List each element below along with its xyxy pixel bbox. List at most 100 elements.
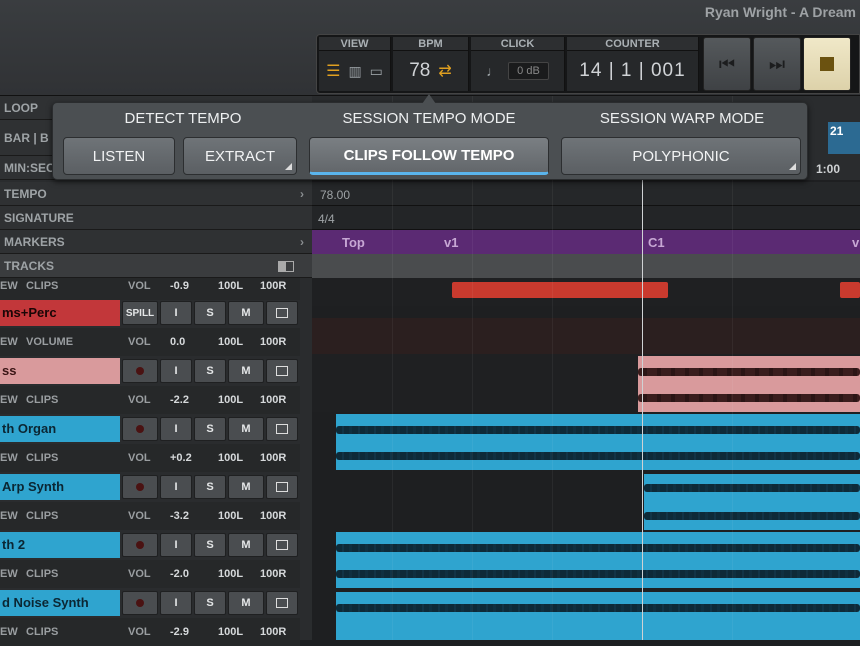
pan-right-value[interactable]: 100R bbox=[260, 336, 286, 348]
counter-value[interactable]: 14 | 1 | 001 bbox=[579, 60, 685, 82]
pan-left-value[interactable]: 100L bbox=[218, 336, 243, 348]
track-name[interactable]: ms+Perc bbox=[0, 300, 120, 326]
record-arm-button[interactable] bbox=[122, 475, 158, 499]
volume-value[interactable]: -2.2 bbox=[170, 394, 189, 406]
mute-button[interactable]: M bbox=[228, 533, 264, 557]
record-arm-button[interactable] bbox=[122, 417, 158, 441]
pan-right-value[interactable]: 100R bbox=[260, 394, 286, 406]
stop-button[interactable] bbox=[803, 37, 851, 91]
record-arm-button[interactable] bbox=[122, 533, 158, 557]
chevron-right-icon[interactable]: › bbox=[300, 230, 304, 254]
volume-value[interactable]: -2.9 bbox=[170, 626, 189, 638]
mute-button[interactable]: M bbox=[228, 591, 264, 615]
volume-value[interactable]: +0.2 bbox=[170, 452, 192, 464]
pan-left-value[interactable]: 100L bbox=[218, 280, 243, 292]
pan-right-value[interactable]: 100R bbox=[260, 452, 286, 464]
marker-v[interactable]: v bbox=[852, 235, 859, 250]
signature-lane[interactable] bbox=[312, 206, 860, 230]
mute-button[interactable]: M bbox=[228, 475, 264, 499]
clip-bass[interactable] bbox=[638, 356, 860, 412]
pan-left-value[interactable]: 100L bbox=[218, 394, 243, 406]
pan-right-value[interactable]: 100R bbox=[260, 510, 286, 522]
clip-noise[interactable] bbox=[336, 592, 860, 640]
pan-left-value[interactable]: 100L bbox=[218, 510, 243, 522]
input-button[interactable]: I bbox=[160, 533, 192, 557]
solo-button[interactable]: S bbox=[194, 591, 226, 615]
edit-button[interactable] bbox=[266, 591, 298, 615]
bpm-section[interactable]: BPM 78 ⇄ bbox=[393, 37, 469, 91]
pan-left-value[interactable]: 100L bbox=[218, 452, 243, 464]
polyphonic-button[interactable]: POLYPHONIC bbox=[561, 137, 801, 175]
bpm-value[interactable]: 78 bbox=[409, 60, 430, 82]
solo-button[interactable]: S bbox=[194, 533, 226, 557]
solo-button[interactable]: S bbox=[194, 301, 226, 325]
monitor-view-icon[interactable]: ▭ bbox=[370, 63, 383, 80]
forward-button[interactable]: ⏭ bbox=[753, 37, 801, 91]
playhead[interactable] bbox=[642, 180, 643, 640]
lane-drums[interactable] bbox=[312, 318, 860, 354]
input-button[interactable]: I bbox=[160, 301, 192, 325]
volume-value[interactable]: -3.2 bbox=[170, 510, 189, 522]
marker-c1[interactable]: C1 bbox=[648, 235, 665, 250]
track-sub-row: EW CLIPS VOL -2.0 100L 100R bbox=[0, 560, 300, 588]
pan-left-value[interactable]: 100L bbox=[218, 568, 243, 580]
volume-value[interactable]: -0.9 bbox=[170, 280, 189, 292]
ruler-signature[interactable]: SIGNATURE bbox=[0, 206, 312, 230]
edit-button[interactable] bbox=[266, 475, 298, 499]
click-volume[interactable]: 0 dB bbox=[508, 62, 549, 80]
bpm-label: BPM bbox=[393, 37, 468, 51]
edit-button[interactable] bbox=[266, 533, 298, 557]
clip-synth2[interactable] bbox=[336, 532, 860, 588]
track-view-icon[interactable] bbox=[278, 261, 294, 272]
volume-value[interactable]: 0.0 bbox=[170, 336, 185, 348]
mute-button[interactable]: M bbox=[228, 359, 264, 383]
list-view-icon[interactable]: ☰ bbox=[326, 61, 340, 81]
pan-right-value[interactable]: 100R bbox=[260, 568, 286, 580]
input-button[interactable]: I bbox=[160, 417, 192, 441]
input-button[interactable]: I bbox=[160, 359, 192, 383]
track-name[interactable]: th 2 bbox=[0, 532, 120, 558]
clip-red[interactable] bbox=[452, 282, 668, 298]
rewind-button[interactable]: ⏮ bbox=[703, 37, 751, 91]
pan-left-value[interactable]: 100L bbox=[218, 626, 243, 638]
tempo-lane[interactable] bbox=[312, 182, 860, 206]
marker-lane[interactable] bbox=[312, 230, 860, 254]
metronome-icon[interactable]: ♩ bbox=[486, 63, 500, 79]
extract-button[interactable]: EXTRACT bbox=[183, 137, 297, 175]
track-name[interactable]: Arp Synth bbox=[0, 474, 120, 500]
clips-follow-tempo-button[interactable]: CLIPS FOLLOW TEMPO bbox=[309, 137, 549, 175]
track-name[interactable]: th Organ bbox=[0, 416, 120, 442]
mixer-view-icon[interactable]: ▥ bbox=[348, 63, 361, 80]
solo-button[interactable]: S bbox=[194, 417, 226, 441]
pan-right-value[interactable]: 100R bbox=[260, 626, 286, 638]
input-button[interactable]: I bbox=[160, 475, 192, 499]
ruler-tempo[interactable]: TEMPO › bbox=[0, 182, 312, 206]
pan-right-value[interactable]: 100R bbox=[260, 280, 286, 292]
marker-v1[interactable]: v1 bbox=[444, 235, 458, 250]
tempo-follow-icon[interactable]: ⇄ bbox=[438, 61, 451, 81]
spill-button[interactable]: SPILL bbox=[122, 301, 158, 325]
track-name[interactable]: d Noise Synth bbox=[0, 590, 120, 616]
clip-red-2[interactable] bbox=[840, 282, 860, 298]
mute-button[interactable]: M bbox=[228, 301, 264, 325]
edit-button[interactable] bbox=[266, 301, 298, 325]
edit-button[interactable] bbox=[266, 359, 298, 383]
chevron-right-icon[interactable]: › bbox=[300, 182, 304, 206]
solo-button[interactable]: S bbox=[194, 359, 226, 383]
track-name[interactable]: ss bbox=[0, 358, 120, 384]
ruler-tracks[interactable]: TRACKS bbox=[0, 254, 312, 278]
clip-arp[interactable] bbox=[644, 474, 860, 530]
clip-organ[interactable] bbox=[336, 414, 860, 470]
volume-value[interactable]: -2.0 bbox=[170, 568, 189, 580]
record-arm-button[interactable] bbox=[122, 591, 158, 615]
marker-top[interactable]: Top bbox=[342, 235, 365, 250]
solo-button[interactable]: S bbox=[194, 475, 226, 499]
listen-button[interactable]: LISTEN bbox=[63, 137, 175, 175]
editor-icon bbox=[276, 598, 288, 608]
mute-button[interactable]: M bbox=[228, 417, 264, 441]
input-button[interactable]: I bbox=[160, 591, 192, 615]
waveform bbox=[336, 570, 860, 578]
edit-button[interactable] bbox=[266, 417, 298, 441]
ruler-markers[interactable]: MARKERS › bbox=[0, 230, 312, 254]
record-arm-button[interactable] bbox=[122, 359, 158, 383]
